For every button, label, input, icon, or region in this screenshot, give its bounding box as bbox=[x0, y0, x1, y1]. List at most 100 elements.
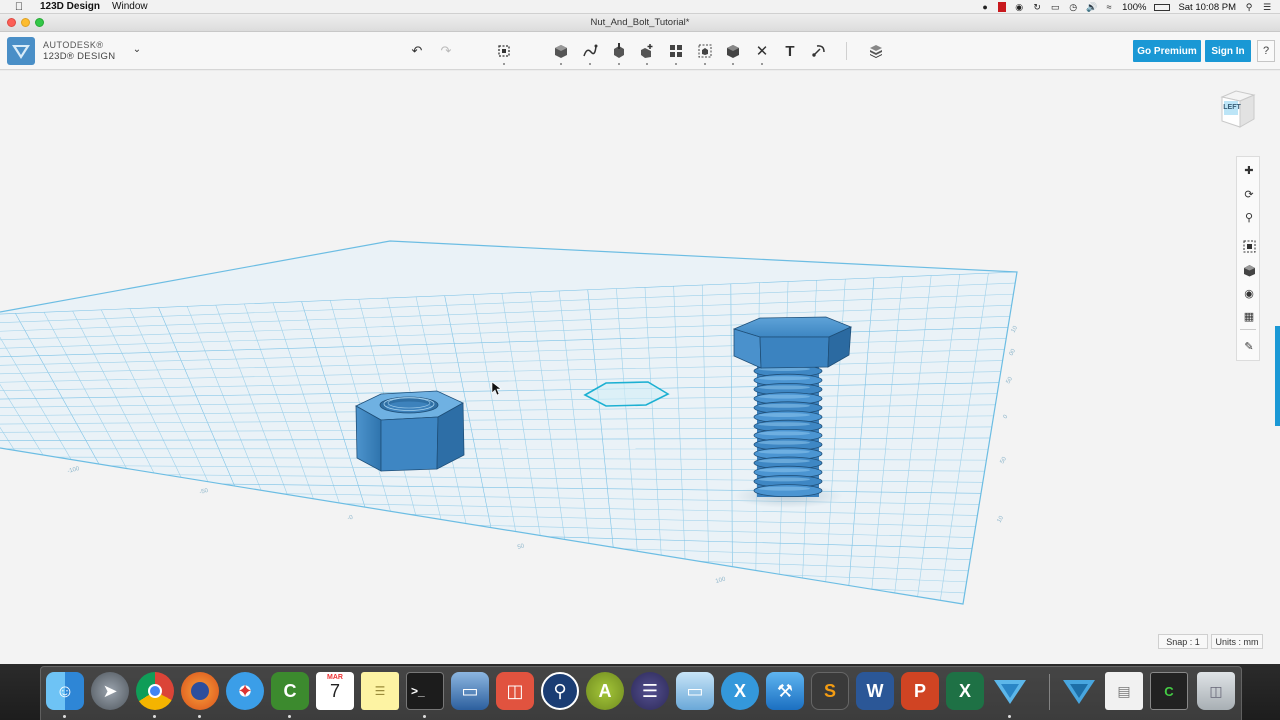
dock-safari-icon[interactable]: ✦ bbox=[226, 672, 264, 710]
visibility-eye-icon[interactable]: ◉ bbox=[1240, 284, 1258, 302]
modify-icon[interactable] bbox=[637, 41, 657, 65]
help-button[interactable]: ? bbox=[1257, 40, 1275, 62]
svg-text:50: 50 bbox=[517, 543, 526, 551]
scene-canvas[interactable]: -100 -50 -0 50 100 10 50 0 50 00 10 bbox=[0, 71, 1280, 664]
dock-android-studio-icon[interactable]: A bbox=[586, 672, 624, 710]
dock-virtualbox-icon[interactable]: ▭ bbox=[451, 672, 489, 710]
pattern-icon[interactable] bbox=[666, 41, 686, 65]
dock-123d-icon[interactable] bbox=[1060, 672, 1098, 710]
orbit-icon[interactable]: ⟳ bbox=[1240, 185, 1258, 203]
svg-text:10: 10 bbox=[1011, 325, 1020, 334]
fit-icon[interactable] bbox=[1240, 237, 1258, 255]
status-area: ● ◉ ↻ ▭ ◷ 🔊 ≈ 100% Sat 10:08 PM ⚲ ☰ bbox=[980, 0, 1272, 14]
dock-eclipse-icon[interactable]: ☰ bbox=[631, 672, 669, 710]
dock-launchpad-icon[interactable]: ➤ bbox=[91, 672, 129, 710]
svg-text:50: 50 bbox=[1000, 456, 1009, 465]
menu-app-name[interactable]: 123D Design bbox=[40, 1, 100, 12]
window-title: Nut_And_Bolt_Tutorial* bbox=[590, 17, 690, 28]
side-panel-tab[interactable] bbox=[1275, 326, 1280, 426]
construct-icon[interactable] bbox=[609, 41, 629, 65]
view-cube-icon[interactable] bbox=[1240, 261, 1258, 279]
combine-icon[interactable] bbox=[723, 41, 743, 65]
bolt-thread-highlight bbox=[758, 422, 810, 427]
bolt-thread-highlight bbox=[758, 403, 810, 408]
sync-icon[interactable]: ↻ bbox=[1032, 2, 1042, 12]
running-indicator bbox=[63, 715, 66, 718]
grouping-icon[interactable] bbox=[695, 41, 715, 65]
camtasia-icon[interactable]: ◉ bbox=[1014, 2, 1024, 12]
dock-trash-icon[interactable]: ◫ bbox=[1197, 672, 1235, 710]
dock-notes-icon[interactable]: ☰ bbox=[361, 672, 399, 710]
brand-product: 123D® DESIGN bbox=[43, 51, 116, 62]
svg-text:-0: -0 bbox=[347, 515, 354, 522]
dock-excel-icon[interactable]: X bbox=[946, 672, 984, 710]
svg-text:10: 10 bbox=[997, 515, 1006, 524]
bolt-thread-highlight bbox=[758, 440, 810, 445]
dock-preview-icon[interactable]: ▤ bbox=[1105, 672, 1143, 710]
dock-cube-app-icon[interactable]: ▭ bbox=[676, 672, 714, 710]
svg-text:100: 100 bbox=[715, 576, 727, 585]
dock-calendar-icon[interactable]: MAR 7 bbox=[316, 672, 354, 710]
macos-menubar:  123D Design Window ● ◉ ↻ ▭ ◷ 🔊 ≈ 100% … bbox=[0, 0, 1280, 14]
menubar-clock[interactable]: Sat 10:08 PM bbox=[1178, 2, 1236, 13]
dock-sublime-text-icon[interactable]: S bbox=[811, 672, 849, 710]
dock-finder-icon[interactable]: ☺ bbox=[46, 672, 84, 710]
material-paint-icon[interactable]: ✎ bbox=[1240, 337, 1258, 355]
transform-icon[interactable] bbox=[494, 41, 514, 65]
battery-percent[interactable]: 100% bbox=[1122, 2, 1146, 13]
airplay-icon[interactable]: ▭ bbox=[1050, 2, 1060, 12]
app-menu-chevron-icon[interactable]: ⌄ bbox=[131, 44, 143, 56]
viewcube[interactable]: LEFT bbox=[1216, 87, 1260, 131]
snap-status[interactable]: Snap : 1 bbox=[1158, 634, 1208, 649]
hex-nut-model[interactable] bbox=[355, 390, 465, 472]
materials-icon[interactable] bbox=[866, 41, 886, 61]
macos-dock: ☺ ➤ ✦ C MAR 7 ☰ >_ ▭ ◫ ⚲ A ☰ ▭ X ⚒ S W P… bbox=[0, 664, 1280, 720]
grid-plane[interactable] bbox=[0, 240, 1018, 605]
dock-powerpoint-icon[interactable]: P bbox=[901, 672, 939, 710]
dock-123d-design-icon[interactable] bbox=[991, 672, 1029, 710]
wifi-icon[interactable]: ≈ bbox=[1104, 2, 1114, 12]
dock-camtasia-recorder-icon[interactable]: C bbox=[1150, 672, 1188, 710]
volume-icon[interactable]: 🔊 bbox=[1086, 2, 1097, 12]
dock-remote-desktop-icon[interactable]: ◫ bbox=[496, 672, 534, 710]
bolt-thread-highlight bbox=[758, 477, 810, 482]
calendar-day: 7 bbox=[329, 681, 340, 701]
battery-icon[interactable] bbox=[1154, 3, 1171, 11]
sign-in-button[interactable]: Sign In bbox=[1205, 40, 1251, 62]
dock-word-icon[interactable]: W bbox=[856, 672, 894, 710]
dock-xamarin-icon[interactable]: X bbox=[721, 672, 759, 710]
zoom-icon[interactable]: ⚲ bbox=[1240, 208, 1258, 226]
text-tool-icon[interactable]: T bbox=[780, 41, 800, 61]
dock-sourcetree-icon[interactable]: ⚲ bbox=[541, 672, 579, 710]
bolt-thread-highlight bbox=[758, 459, 810, 463]
svg-text:50: 50 bbox=[1006, 376, 1015, 385]
svg-text:00: 00 bbox=[1009, 348, 1018, 357]
notification-center-icon[interactable]: ☰ bbox=[1262, 2, 1272, 12]
main-toolbar: AUTODESK® 123D® DESIGN ⌄ ↶ ↷ ✕ T Go Prem… bbox=[0, 32, 1280, 70]
sketch-icon[interactable] bbox=[580, 41, 600, 65]
dock-camtasia-icon[interactable]: C bbox=[271, 672, 309, 710]
menu-window[interactable]: Window bbox=[112, 1, 148, 12]
autodesk-logo-icon[interactable] bbox=[7, 37, 35, 65]
go-premium-button[interactable]: Go Premium bbox=[1133, 40, 1201, 62]
dock-xcode-icon[interactable]: ⚒ bbox=[766, 672, 804, 710]
bolt-thread-highlight bbox=[758, 385, 810, 390]
dock-chrome-icon[interactable] bbox=[136, 672, 174, 710]
spotlight-icon[interactable]: ⚲ bbox=[1244, 2, 1254, 12]
delete-x-icon[interactable]: ✕ bbox=[752, 41, 772, 65]
primitives-icon[interactable] bbox=[551, 41, 571, 65]
apple-menu-icon[interactable]:  bbox=[12, 1, 26, 13]
time-machine-icon[interactable]: ◷ bbox=[1068, 2, 1078, 12]
dock-firefox-icon[interactable] bbox=[181, 672, 219, 710]
units-status[interactable]: Units : mm bbox=[1211, 634, 1263, 649]
viewcube-face-label[interactable]: LEFT bbox=[1223, 104, 1241, 111]
recording-icon[interactable] bbox=[998, 2, 1007, 12]
pan-icon[interactable]: ✚ bbox=[1240, 161, 1258, 179]
notification-icon[interactable]: ● bbox=[980, 2, 990, 12]
3d-viewport[interactable]: -100 -50 -0 50 100 10 50 0 50 00 10 LEFT… bbox=[0, 71, 1280, 664]
redo-icon[interactable]: ↷ bbox=[436, 41, 456, 61]
dock-terminal-icon[interactable]: >_ bbox=[406, 672, 444, 710]
undo-icon[interactable]: ↶ bbox=[407, 41, 427, 61]
display-mode-icon[interactable]: ▦ bbox=[1240, 307, 1258, 325]
snap-icon[interactable] bbox=[809, 41, 829, 61]
